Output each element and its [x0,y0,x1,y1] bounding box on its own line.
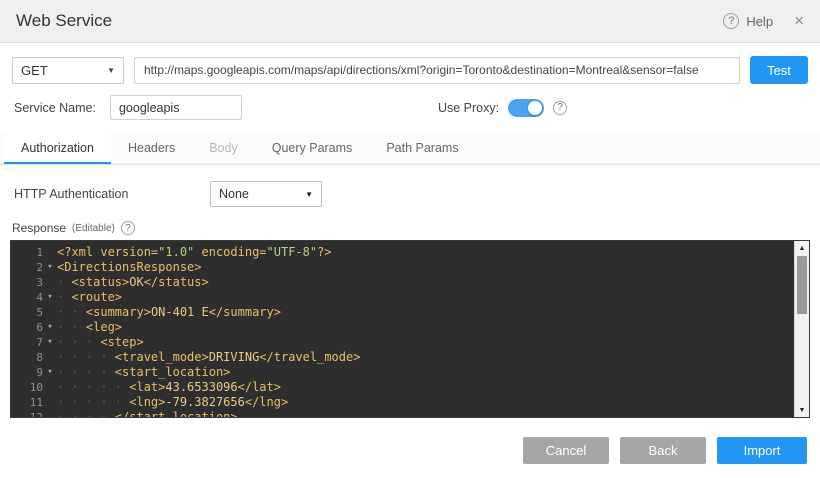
close-icon[interactable]: × [794,11,804,31]
auth-row: HTTP Authentication None ▼ [0,181,820,207]
line-number: 6 [11,320,43,335]
back-button[interactable]: Back [620,437,706,464]
code-text: · · · · </start_location> [57,410,238,418]
code-text: · · <leg> [57,320,122,335]
help-icon[interactable]: ? [723,13,739,29]
code-text: · · · · · <lng>-79.3827656</lng> [57,395,288,410]
code-line[interactable]: 5 · · <summary>ON-401 E</summary> [11,305,791,320]
use-proxy-label: Use Proxy: [438,101,499,115]
code-line[interactable]: 2▾<DirectionsResponse> [11,260,791,275]
fold-toggle-icon[interactable]: ▾ [43,260,57,275]
response-help-icon[interactable]: ? [121,221,135,235]
response-editable-label: (Editable) [72,223,115,234]
fold-spacer [43,395,57,410]
scroll-up-icon[interactable]: ▲ [795,241,809,255]
code-line[interactable]: 10 · · · · · <lat>43.6533096</lat> [11,380,791,395]
line-number: 4 [11,290,43,305]
code-line[interactable]: 8 · · · · <travel_mode>DRIVING</travel_mo… [11,350,791,365]
code-text: · · · · <travel_mode>DRIVING</travel_mod… [57,350,360,365]
cancel-button[interactable]: Cancel [523,437,609,464]
dialog-header: Web Service ? Help × [0,0,820,43]
tab-headers[interactable]: Headers [111,133,192,164]
tab-query-params[interactable]: Query Params [255,133,370,164]
http-method-value: GET [21,63,48,78]
code-line[interactable]: 6▾· · <leg> [11,320,791,335]
service-row: Service Name: Use Proxy: ? [0,95,820,120]
response-label: Response [12,221,66,235]
fold-toggle-icon[interactable]: ▾ [43,290,57,305]
import-button[interactable]: Import [717,437,807,464]
tab-body: Body [192,133,255,164]
page-title: Web Service [16,11,112,31]
code-line[interactable]: 7▾· · · <step> [11,335,791,350]
tab-bar: AuthorizationHeadersBodyQuery ParamsPath… [0,133,820,165]
line-number: 3 [11,275,43,290]
line-number: 1 [11,245,43,260]
use-proxy-toggle[interactable] [508,99,544,117]
line-number: 2 [11,260,43,275]
response-header: Response (Editable) ? [0,221,820,235]
line-number: 5 [11,305,43,320]
code-text: · · · · · <lat>43.6533096</lat> [57,380,281,395]
fold-toggle-icon[interactable]: ▾ [43,335,57,350]
line-number: 9 [11,365,43,380]
service-name-label: Service Name: [14,101,96,115]
code-text: <?xml version="1.0" encoding="UTF-8"?> [57,245,332,260]
toggle-knob [528,101,542,115]
code-text: · <status>OK</status> [57,275,209,290]
code-line[interactable]: 11 · · · · · <lng>-79.3827656</lng> [11,395,791,410]
http-authentication-label: HTTP Authentication [14,187,210,201]
fold-spacer [43,380,57,395]
line-number: 10 [11,380,43,395]
fold-spacer [43,350,57,365]
test-button[interactable]: Test [750,56,808,84]
fold-spacer [43,305,57,320]
chevron-down-icon: ▼ [107,66,115,75]
code-line[interactable]: 9▾· · · · <start_location> [11,365,791,380]
fold-spacer [43,275,57,290]
fold-toggle-icon[interactable]: ▾ [43,365,57,380]
code-lines: 1<?xml version="1.0" encoding="UTF-8"?>2… [11,241,809,418]
http-authentication-value: None [219,187,249,201]
response-editor[interactable]: 1<?xml version="1.0" encoding="UTF-8"?>2… [10,240,810,418]
help-link[interactable]: Help [746,14,773,29]
code-text: · <route> [57,290,122,305]
http-authentication-select[interactable]: None ▼ [210,181,322,207]
chevron-down-icon: ▼ [305,190,313,199]
line-number: 11 [11,395,43,410]
scrollbar-thumb[interactable] [797,256,807,314]
service-name-input[interactable] [110,95,242,120]
code-line[interactable]: 12 · · · · </start_location> [11,410,791,418]
line-number: 12 [11,410,43,418]
proxy-help-icon[interactable]: ? [553,101,567,115]
editor-scrollbar[interactable]: ▲ ▼ [794,241,809,417]
url-input[interactable] [134,57,740,84]
footer: Cancel Back Import [0,437,820,464]
fold-toggle-icon[interactable]: ▾ [43,320,57,335]
code-text: · · · <step> [57,335,144,350]
code-text: <DirectionsResponse> [57,260,202,275]
fold-spacer [43,410,57,418]
http-method-select[interactable]: GET ▼ [12,57,124,84]
scroll-down-icon[interactable]: ▼ [795,403,809,417]
code-text: · · · · <start_location> [57,365,230,380]
code-line[interactable]: 3 · <status>OK</status> [11,275,791,290]
line-number: 8 [11,350,43,365]
tab-authorization[interactable]: Authorization [4,133,111,164]
code-line[interactable]: 1 <?xml version="1.0" encoding="UTF-8"?> [11,245,791,260]
request-row: GET ▼ Test [0,56,820,84]
tab-path-params[interactable]: Path Params [369,133,475,164]
fold-spacer [43,245,57,260]
line-number: 7 [11,335,43,350]
code-line[interactable]: 4▾· <route> [11,290,791,305]
code-text: · · <summary>ON-401 E</summary> [57,305,281,320]
